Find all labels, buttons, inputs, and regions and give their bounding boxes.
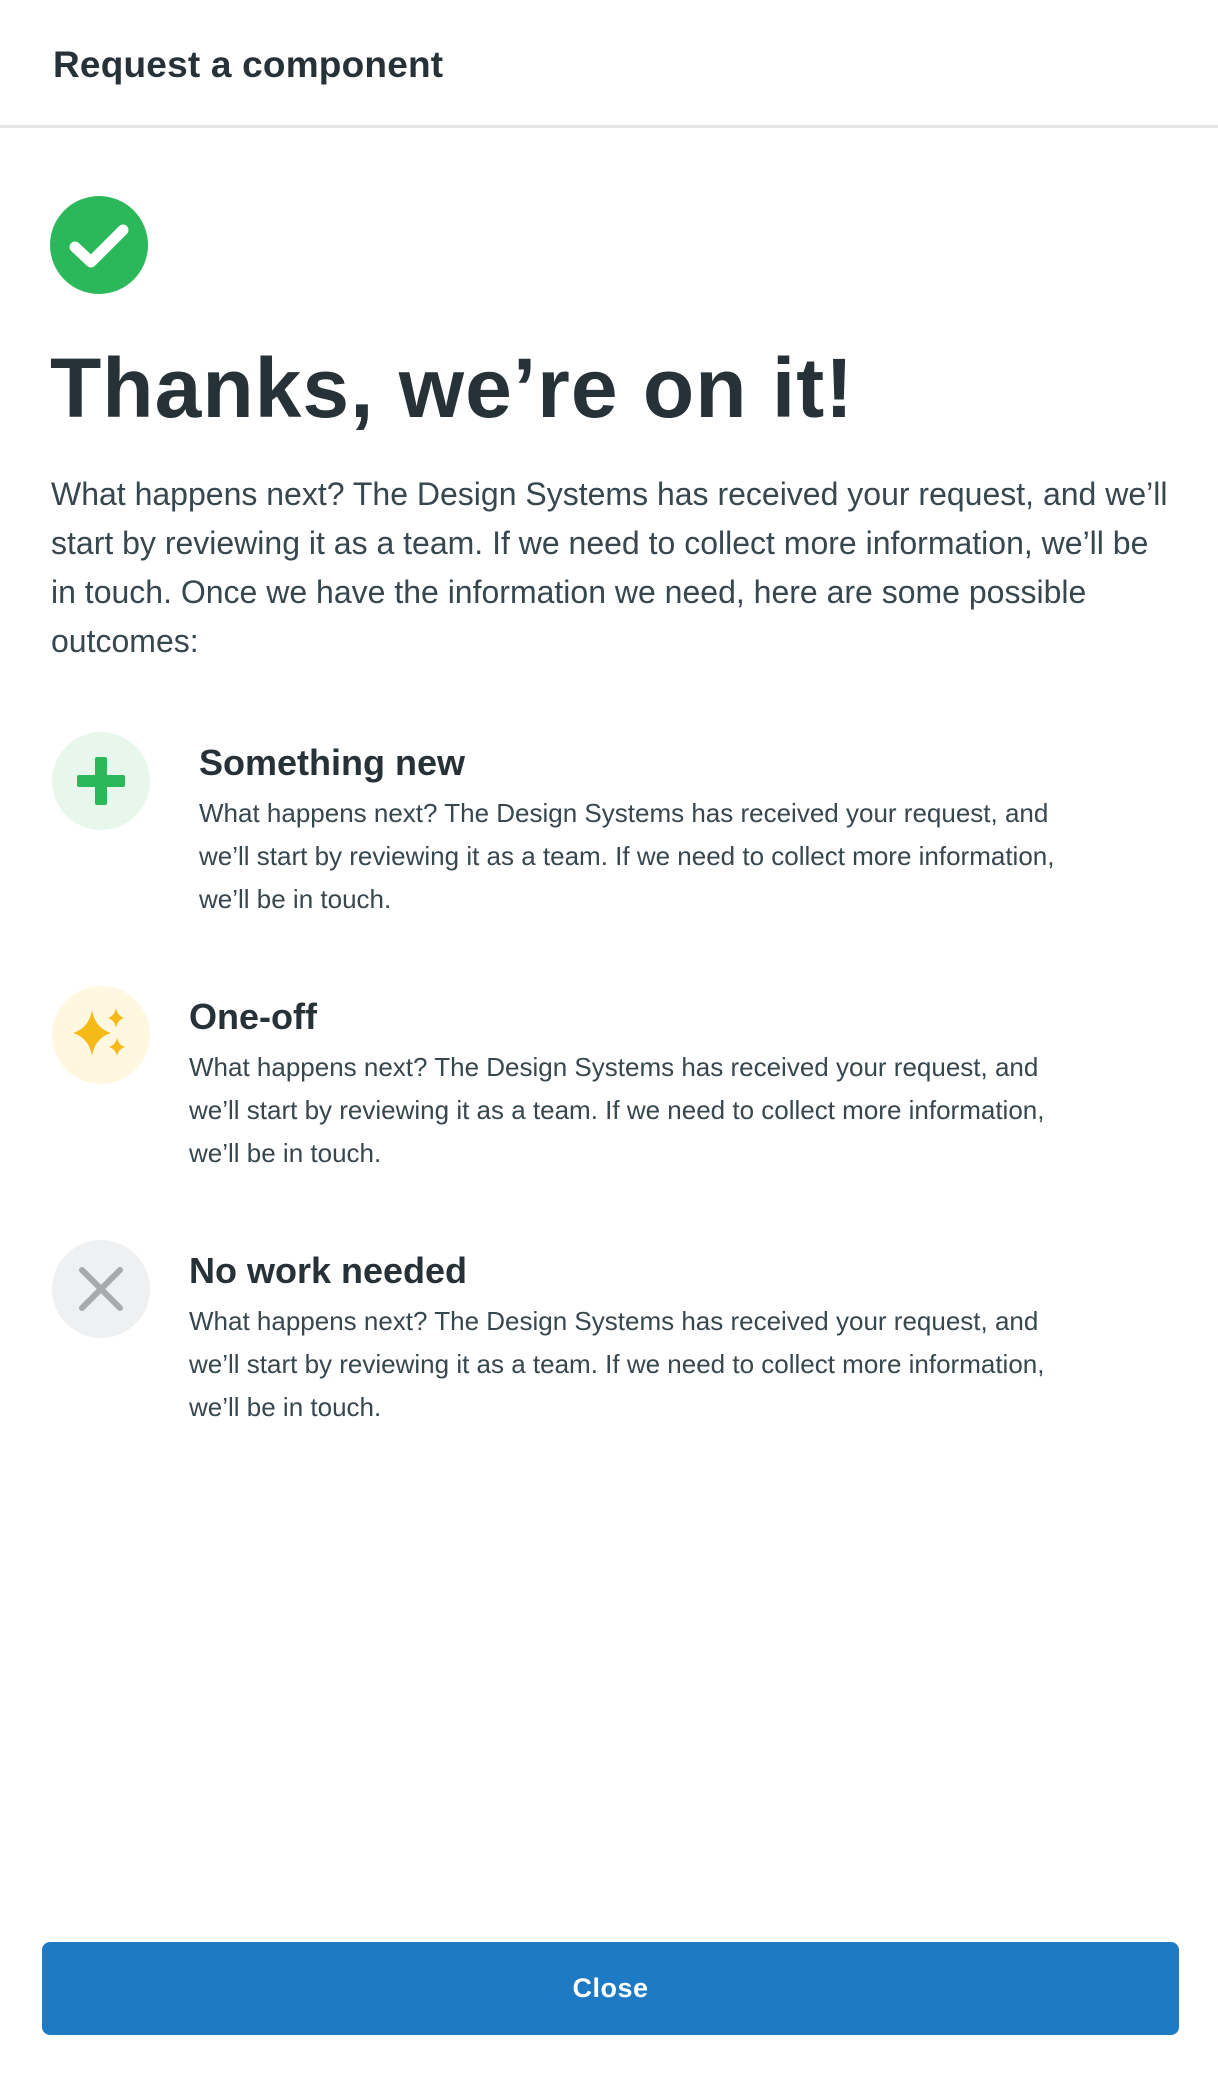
page-title: Thanks, we’re on it! <box>50 341 855 435</box>
outcome-description: What happens next? The Design Systems ha… <box>199 798 1055 914</box>
outcome-one-off: One-off What happens next? The Design Sy… <box>0 986 1218 1186</box>
outcome-no-work-needed: No work needed What happens next? The De… <box>0 1240 1218 1440</box>
outcome-description: What happens next? The Design Systems ha… <box>189 1306 1045 1422</box>
plus-icon <box>52 732 150 830</box>
close-x-icon <box>52 1240 150 1338</box>
check-circle-icon <box>50 196 148 294</box>
header-title: Request a component <box>53 44 444 85</box>
sparkle-icon <box>52 986 150 1084</box>
outcome-title: Something new <box>199 742 466 783</box>
intro-paragraph: What happens next? The Design Systems ha… <box>51 476 1168 659</box>
outcome-title: No work needed <box>189 1250 468 1291</box>
outcome-description: What happens next? The Design Systems ha… <box>189 1052 1045 1168</box>
outcome-title: One-off <box>189 996 317 1037</box>
header-bar: Request a component <box>0 0 1218 128</box>
close-button[interactable]: Close <box>42 1942 1179 2035</box>
outcome-something-new: Something new What happens next? The Des… <box>0 732 1218 932</box>
